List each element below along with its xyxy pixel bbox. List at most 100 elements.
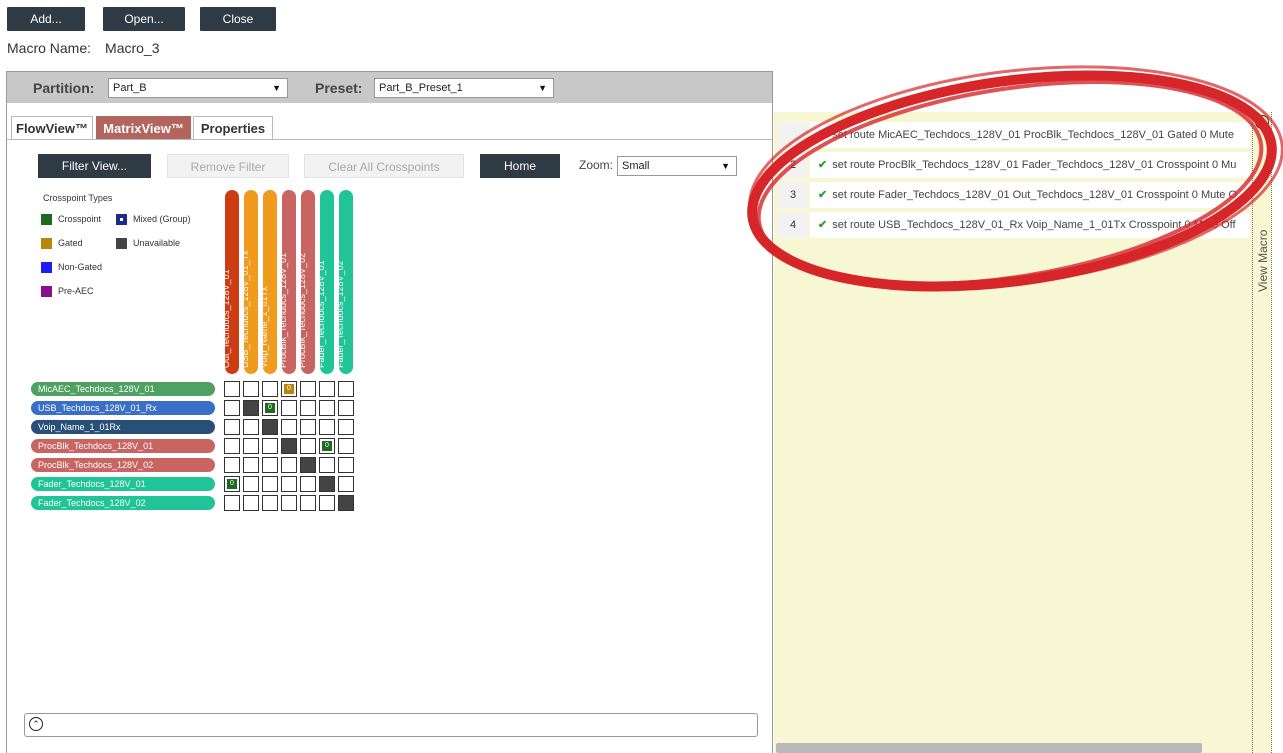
matrix-panel: Partition: Part_B ▼ Preset: Part_B_Prese… <box>6 71 773 753</box>
crosspoint-cell[interactable] <box>300 400 316 416</box>
crosspoint-cell[interactable] <box>338 400 354 416</box>
crosspoint-cell[interactable] <box>281 476 297 492</box>
legend-swatch <box>116 214 127 226</box>
crosspoint-cell[interactable] <box>338 438 354 454</box>
crosspoint-cell[interactable]: 0 <box>319 438 335 454</box>
crosspoint-cell[interactable] <box>224 457 240 473</box>
row-header[interactable]: USB_Techdocs_128V_01_Rx <box>31 401 215 415</box>
column-header[interactable]: ProcBlk_Techdocs_128V_01 <box>278 190 296 374</box>
crosspoint-cell[interactable] <box>224 438 240 454</box>
column-header[interactable]: Out_Techdocs_128V_01 <box>221 190 239 374</box>
crosspoint-cell-unavailable[interactable] <box>281 438 297 454</box>
crosspoint-cell[interactable] <box>319 495 335 511</box>
crosspoint-cell-unavailable[interactable] <box>300 457 316 473</box>
crosspoint-cell[interactable] <box>262 476 278 492</box>
crosspoint-cell[interactable] <box>338 419 354 435</box>
row-header[interactable]: Fader_Techdocs_128V_02 <box>31 496 215 510</box>
crosspoint-cell[interactable] <box>300 381 316 397</box>
macro-name-row: Macro Name: Macro_3 <box>7 40 160 56</box>
crosspoint-cell[interactable] <box>338 457 354 473</box>
open-button[interactable]: Open... <box>103 7 185 31</box>
crosspoint-cell[interactable] <box>300 495 316 511</box>
partition-bar: Partition: Part_B ▼ Preset: Part_B_Prese… <box>7 72 772 103</box>
horizontal-scrollbar[interactable] <box>776 743 1202 753</box>
crosspoint-cell[interactable] <box>224 495 240 511</box>
filter-view-button[interactable]: Filter View... <box>38 154 151 178</box>
crosspoint-cell[interactable] <box>281 457 297 473</box>
crosspoint-cell[interactable] <box>243 438 259 454</box>
column-header[interactable]: Fader_Techdocs_128V_01 <box>316 190 334 374</box>
column-header-label: Out_Techdocs_128V_01 <box>221 269 231 368</box>
crosspoint-cell[interactable] <box>262 457 278 473</box>
row-header[interactable]: ProcBlk_Techdocs_128V_01 <box>31 439 215 453</box>
legend-swatch <box>41 262 52 274</box>
row-header[interactable]: Voip_Name_1_01Rx <box>31 420 215 434</box>
partition-select[interactable]: Part_B ▼ <box>108 78 288 98</box>
tab-matrixview[interactable]: MatrixView™ <box>96 116 191 140</box>
crosspoint-cell[interactable]: 0 <box>281 381 297 397</box>
legend-item: Non-Gated <box>41 262 103 274</box>
crosspoint-cell[interactable] <box>262 438 278 454</box>
crosspoint-cell[interactable] <box>243 495 259 511</box>
row-header[interactable]: MicAEC_Techdocs_128V_01 <box>31 382 215 396</box>
crosspoint-cell[interactable] <box>281 419 297 435</box>
legend-title: Crosspoint Types <box>43 193 113 203</box>
crosspoint-cell-unavailable[interactable] <box>338 495 354 511</box>
macro-name-value: Macro_3 <box>105 40 160 56</box>
macro-name-label: Macro Name: <box>7 40 92 56</box>
crosspoint-cell[interactable] <box>338 476 354 492</box>
crosspoint-cell[interactable]: 0 <box>262 400 278 416</box>
crosspoint-chip-cross: 0 <box>265 403 275 413</box>
preset-value: Part_B_Preset_1 <box>379 82 463 94</box>
crosspoint-cell[interactable] <box>300 476 316 492</box>
crosspoint-cell[interactable] <box>319 381 335 397</box>
crosspoint-cell[interactable] <box>262 381 278 397</box>
close-button[interactable]: Close <box>200 7 276 31</box>
column-header[interactable]: Fader_Techdocs_128V_02 <box>335 190 353 374</box>
crosspoint-cell[interactable] <box>243 476 259 492</box>
crosspoint-cell[interactable] <box>243 419 259 435</box>
legend-label: Pre-AEC <box>58 286 94 296</box>
tab-properties[interactable]: Properties <box>193 116 273 140</box>
crosspoint-cell[interactable] <box>243 457 259 473</box>
crosspoint-cell-unavailable[interactable] <box>262 419 278 435</box>
column-header-label: ProcBlk_Techdocs_128V_01 <box>278 252 288 368</box>
legend-label: Non-Gated <box>58 262 103 272</box>
legend-swatch <box>116 238 127 250</box>
red-highlight-ring <box>747 65 1283 292</box>
crosspoint-cell[interactable] <box>224 400 240 416</box>
add-button[interactable]: Add... <box>7 7 85 31</box>
crosspoint-cell[interactable]: 0 <box>224 476 240 492</box>
tab-flowview[interactable]: FlowView™ <box>11 116 93 140</box>
crosspoint-cell[interactable] <box>262 495 278 511</box>
crosspoint-cell[interactable] <box>281 495 297 511</box>
row-header[interactable]: Fader_Techdocs_128V_01 <box>31 477 215 491</box>
remove-filter-button[interactable]: Remove Filter <box>167 154 289 178</box>
crosspoint-cell[interactable] <box>281 400 297 416</box>
chevron-down-icon: ▼ <box>272 83 281 93</box>
crosspoint-cell[interactable] <box>319 400 335 416</box>
clear-all-crosspoints-button[interactable]: Clear All Crosspoints <box>304 154 464 178</box>
column-header[interactable]: USB_Techdocs_128V_01_Tx <box>240 190 258 374</box>
crosspoint-cell-unavailable[interactable] <box>243 400 259 416</box>
row-header[interactable]: ProcBlk_Techdocs_128V_02 <box>31 458 215 472</box>
legend-label: Unavailable <box>133 238 181 248</box>
crosspoint-cell[interactable] <box>300 438 316 454</box>
legend-item: Pre-AEC <box>41 286 94 298</box>
crosspoint-cell[interactable] <box>243 381 259 397</box>
crosspoint-cell[interactable] <box>300 419 316 435</box>
crosspoint-chip-gated: 0 <box>284 384 294 394</box>
home-button[interactable]: Home <box>480 154 560 178</box>
column-header[interactable]: Voip_Name_1_01Tx <box>259 190 277 374</box>
legend-label: Gated <box>58 238 83 248</box>
crosspoint-cell[interactable] <box>319 419 335 435</box>
expand-up-icon[interactable]: ⌃ <box>29 717 43 731</box>
preset-select[interactable]: Part_B_Preset_1 ▼ <box>374 78 554 98</box>
crosspoint-cell[interactable] <box>338 381 354 397</box>
crosspoint-cell[interactable] <box>224 381 240 397</box>
column-header[interactable]: ProcBlk_Techdocs_128V_02 <box>297 190 315 374</box>
zoom-select[interactable]: Small ▼ <box>617 156 737 176</box>
crosspoint-cell-unavailable[interactable] <box>319 476 335 492</box>
crosspoint-cell[interactable] <box>224 419 240 435</box>
crosspoint-cell[interactable] <box>319 457 335 473</box>
